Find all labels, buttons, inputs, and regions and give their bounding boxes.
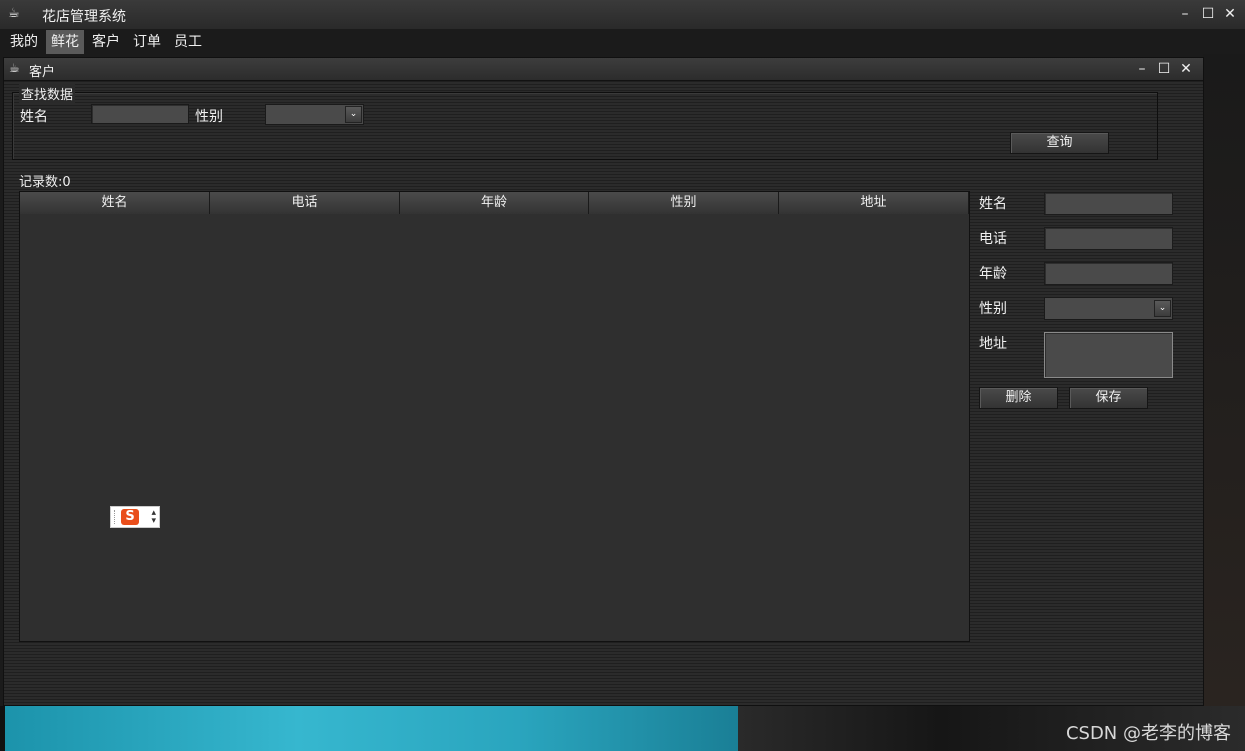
child-maximize-button[interactable]: ☐	[1154, 58, 1174, 80]
menu-item-flowers[interactable]: 鲜花	[46, 30, 84, 54]
form-gender-select[interactable]: ⌄	[1044, 297, 1173, 320]
column-header-age[interactable]: 年龄	[400, 192, 589, 214]
menu-bar: 我的 鲜花 客户 订单 员工	[0, 29, 1245, 54]
form-gender-label: 性别	[979, 301, 1007, 317]
form-name-input[interactable]	[1044, 192, 1173, 215]
search-name-input[interactable]	[91, 104, 189, 124]
sogou-ime-icon[interactable]: S	[121, 509, 139, 525]
child-minimize-button[interactable]: –	[1132, 58, 1152, 80]
record-count: 记录数:0	[19, 175, 71, 190]
maximize-button[interactable]: ☐	[1197, 4, 1219, 24]
column-header-gender[interactable]: 性别	[589, 192, 779, 214]
form-name-label: 姓名	[979, 196, 1007, 212]
child-close-button[interactable]: ✕	[1176, 58, 1196, 80]
search-group: 查找数据 姓名 性别 ⌄ 查询	[12, 84, 1158, 160]
search-name-label: 姓名	[20, 109, 48, 125]
app-title: 花店管理系统	[42, 9, 126, 25]
menu-item-customers[interactable]: 客户	[87, 30, 125, 54]
minimize-button[interactable]: –	[1174, 4, 1196, 24]
main-window: ☕ 花店管理系统 – ☐ ✕ 我的 鲜花 客户 订单 员工 ☕ 客户 – ☐ ✕…	[0, 0, 1245, 706]
menu-item-employees[interactable]: 员工	[169, 30, 207, 54]
form-age-label: 年龄	[979, 266, 1007, 282]
desktop-background	[1203, 54, 1245, 706]
column-header-name[interactable]: 姓名	[20, 192, 210, 214]
title-bar[interactable]: ☕ 花店管理系统 – ☐ ✕	[0, 0, 1245, 30]
save-button[interactable]: 保存	[1069, 387, 1148, 409]
more-icon[interactable]: ▴ ▾	[151, 509, 156, 526]
customer-window-title: 客户	[29, 65, 56, 80]
watermark: CSDN @老李的博客	[1065, 723, 1231, 744]
form-phone-input[interactable]	[1044, 227, 1173, 250]
chevron-down-icon[interactable]: ⌄	[1154, 300, 1171, 317]
search-group-title: 查找数据	[19, 84, 76, 103]
delete-button[interactable]: 删除	[979, 387, 1058, 409]
menu-item-orders[interactable]: 订单	[128, 30, 166, 54]
search-gender-select[interactable]: ⌄	[265, 104, 364, 125]
ime-toolbar[interactable]: S ▴ ▾	[110, 506, 160, 528]
desktop-background: CSDN @老李的博客	[0, 706, 1245, 751]
table-header: 姓名 电话 年龄 性别 地址	[20, 192, 969, 214]
column-header-address[interactable]: 地址	[779, 192, 969, 214]
menu-item-mine[interactable]: 我的	[5, 30, 43, 54]
form-phone-label: 电话	[979, 231, 1007, 247]
wallpaper-image	[5, 706, 738, 751]
form-address-input[interactable]	[1044, 332, 1173, 378]
search-gender-label: 性别	[195, 109, 223, 125]
form-address-label: 地址	[979, 336, 1007, 352]
customer-window-title-bar[interactable]: ☕ 客户 – ☐ ✕	[4, 58, 1203, 81]
column-header-phone[interactable]: 电话	[210, 192, 400, 214]
chevron-down-icon[interactable]: ⌄	[345, 106, 362, 123]
drag-handle-icon[interactable]	[114, 510, 117, 524]
query-button[interactable]: 查询	[1010, 132, 1109, 154]
teacup-icon: ☕	[8, 6, 20, 21]
teacup-icon: ☕	[9, 61, 20, 75]
customer-window-body: 查找数据 姓名 性别 ⌄ 查询 记录数:0 姓名 电话 年龄 性别 地址 S ▴…	[4, 81, 1203, 705]
form-age-input[interactable]	[1044, 262, 1173, 285]
close-button[interactable]: ✕	[1219, 4, 1241, 24]
customer-window: ☕ 客户 – ☐ ✕ 查找数据 姓名 性别 ⌄ 查询 记录数:0 姓名 电话 年…	[3, 57, 1204, 706]
customer-table[interactable]: 姓名 电话 年龄 性别 地址 S ▴ ▾	[19, 191, 970, 642]
